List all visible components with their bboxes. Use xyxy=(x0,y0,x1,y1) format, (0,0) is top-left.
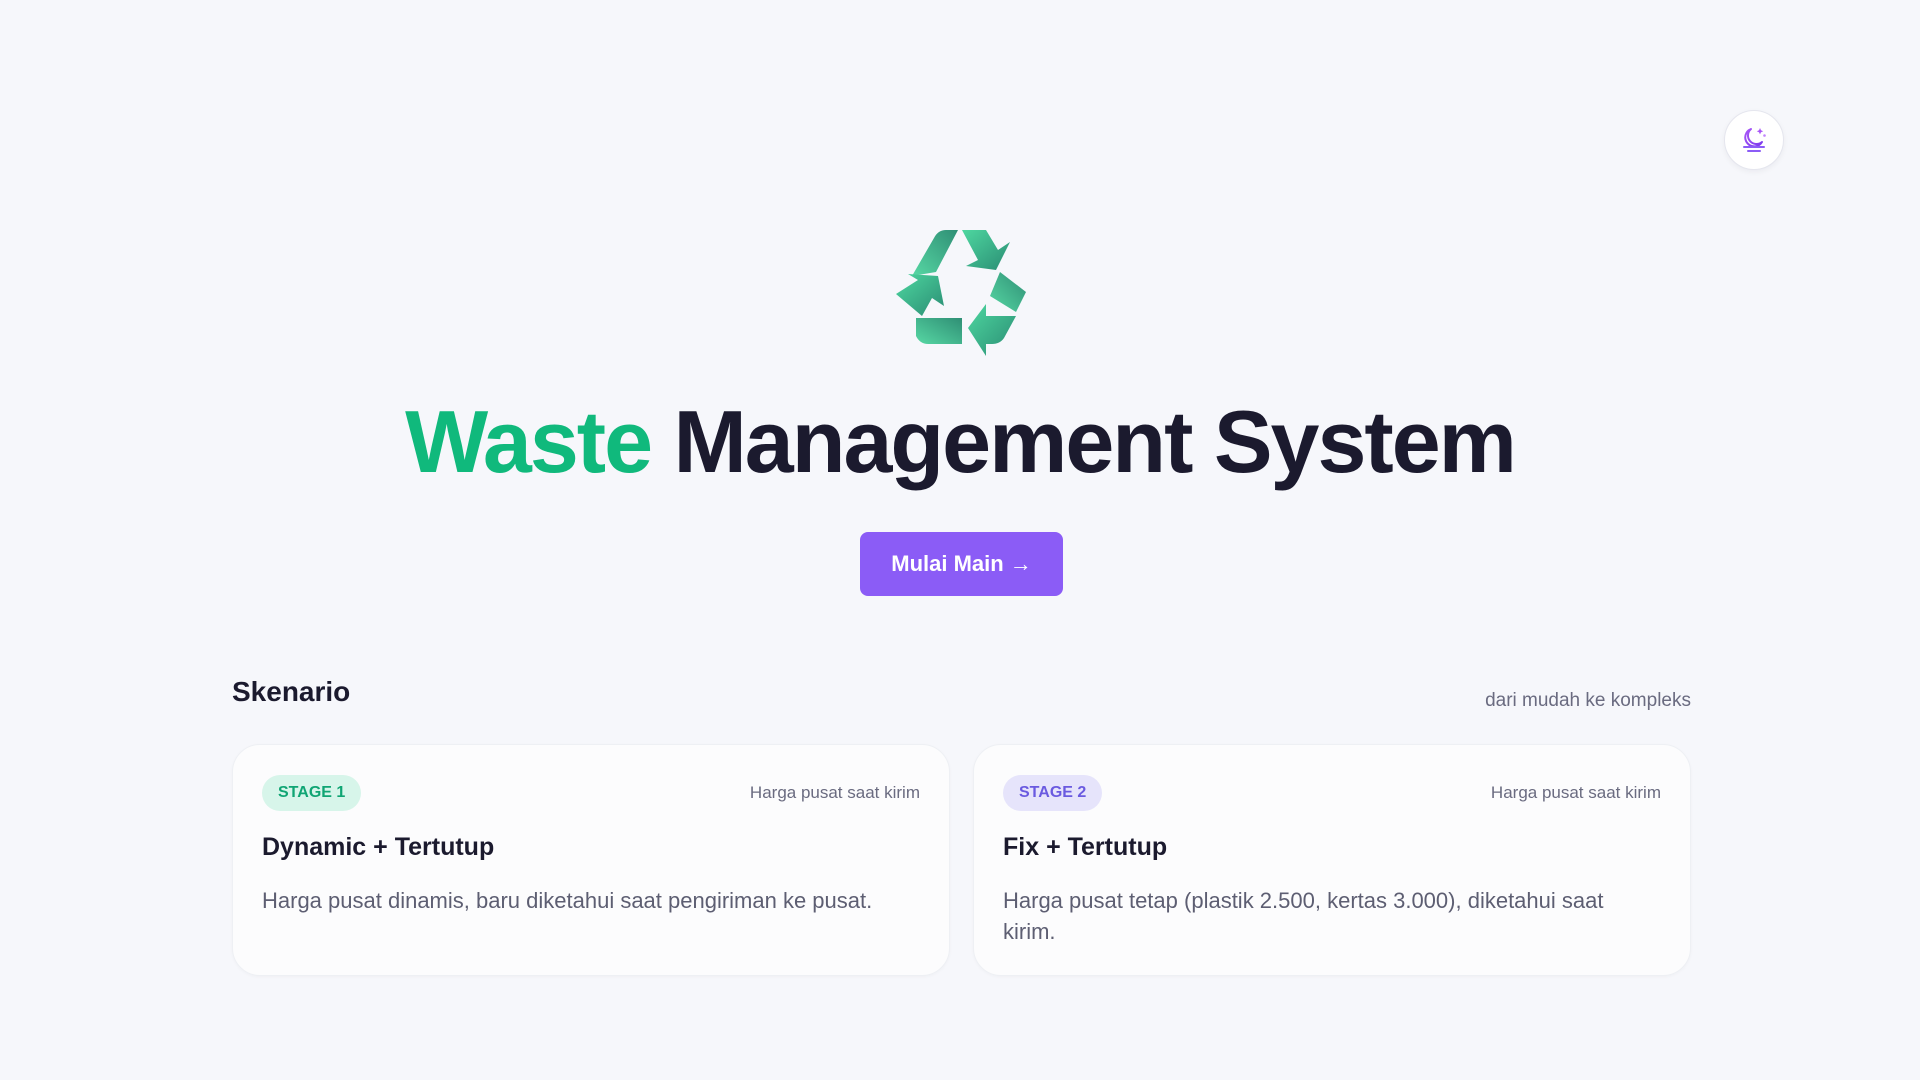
start-button-label: Mulai Main xyxy=(891,551,1004,576)
title-rest: Management System xyxy=(673,392,1516,491)
card-description: Harga pusat dinamis, baru diketahui saat… xyxy=(262,888,873,913)
scenario-card-stage-2[interactable]: STAGE 2 Harga pusat saat kirim Fix + Ter… xyxy=(973,744,1691,976)
moon-stars-icon xyxy=(1738,123,1770,158)
card-meta: Harga pusat saat kirim xyxy=(749,783,920,802)
recycle-icon xyxy=(888,220,1034,362)
section-title: Skenario xyxy=(232,676,351,707)
title-accent: Waste xyxy=(405,392,653,491)
arrow-right-icon: → xyxy=(1009,551,1032,576)
card-title: Dynamic + Tertutup xyxy=(262,833,495,861)
page-title: Waste Management System xyxy=(0,392,1920,492)
card-description: Harga pusat tetap (plastik 2.500, kertas… xyxy=(1003,888,1604,944)
section-hint: dari mudah ke kompleks xyxy=(1485,690,1691,711)
stage-badge: STAGE 1 xyxy=(262,775,362,811)
stage-badge: STAGE 2 xyxy=(1003,775,1103,811)
card-title: Fix + Tertutup xyxy=(1003,833,1168,861)
start-game-button[interactable]: Mulai Main → xyxy=(860,532,1063,596)
card-meta: Harga pusat saat kirim xyxy=(1490,783,1661,802)
theme-toggle-button[interactable] xyxy=(1724,110,1784,170)
scenario-card-stage-1[interactable]: STAGE 1 Harga pusat saat kirim Dynamic +… xyxy=(232,744,950,976)
